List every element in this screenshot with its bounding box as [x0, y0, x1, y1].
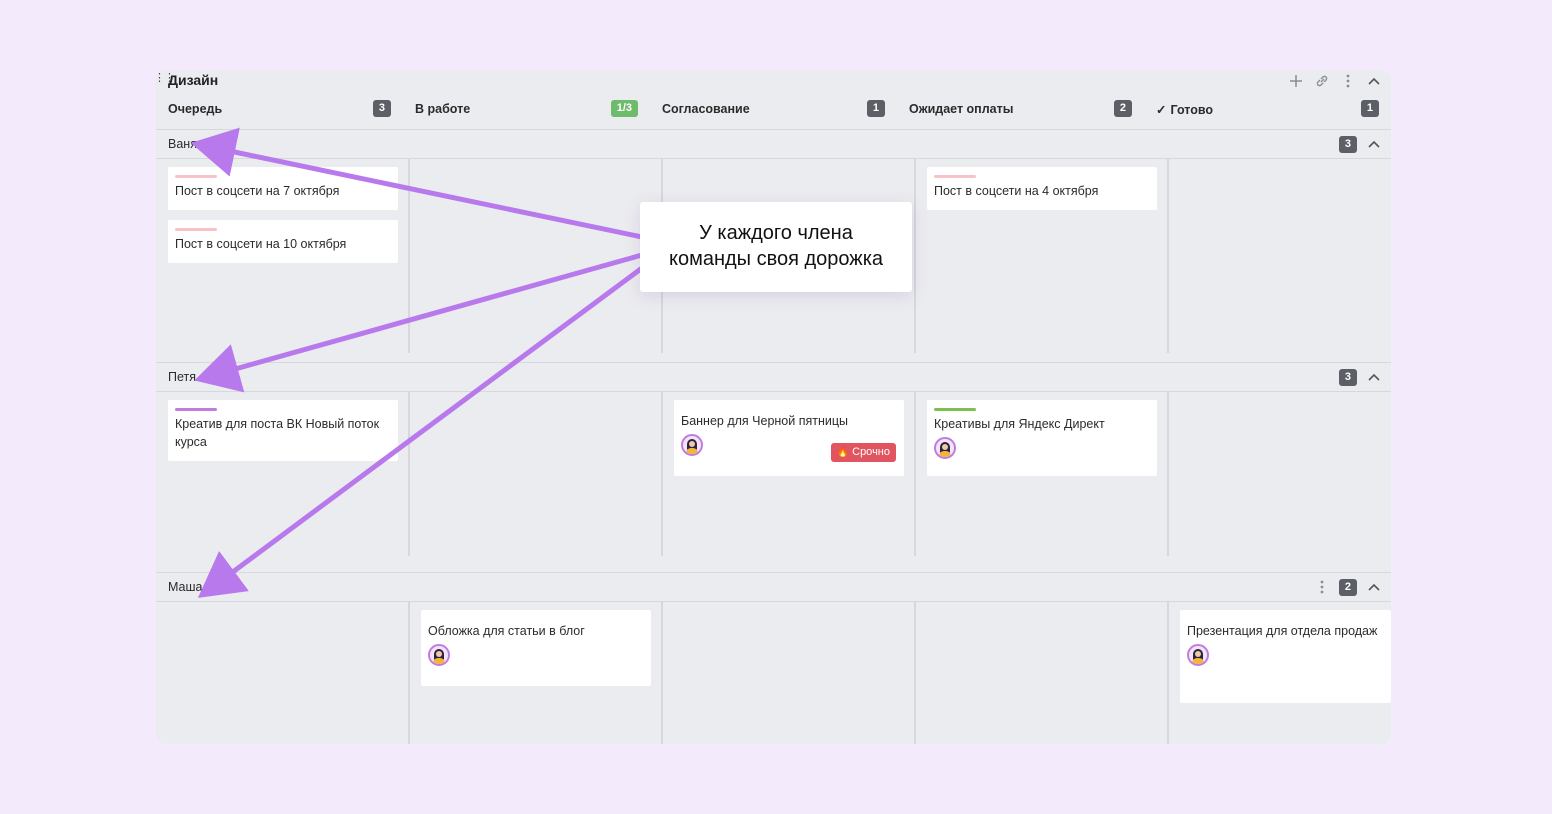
more-icon[interactable] — [1313, 578, 1331, 596]
board-header: ⋮⋮ Дизайн — [156, 70, 1391, 92]
column-label: Согласование — [662, 102, 750, 116]
callout-line: команды своя дорожка — [668, 248, 884, 270]
column-headers: Очередь 3 В работе 1/3 Согласование 1 Ож… — [156, 98, 1391, 124]
lane-name: Маша — [168, 580, 203, 594]
more-icon[interactable] — [1339, 72, 1357, 90]
column-label: ✓ Готово — [1156, 102, 1214, 118]
column-count: 1 — [866, 100, 885, 117]
collapse-lane-icon[interactable] — [1365, 135, 1383, 153]
board-title: Дизайн — [168, 72, 219, 88]
column-header-done[interactable]: ✓ Готово 1 — [1144, 98, 1391, 124]
color-stripe — [175, 175, 217, 178]
column-divider — [914, 159, 916, 353]
column-divider — [1167, 159, 1169, 353]
avatar[interactable] — [428, 644, 450, 666]
lane-count: 3 — [1338, 135, 1357, 153]
lane-body: Обложка для статьи в блог Презентация дл… — [156, 602, 1391, 744]
card-title: Обложка для статьи в блог — [428, 624, 585, 638]
task-card[interactable]: Презентация для отдела продаж — [1180, 610, 1391, 703]
column-header-in-progress[interactable]: В работе 1/3 — [403, 98, 650, 124]
column-divider — [1167, 392, 1169, 556]
wip-limit-badge: 1/3 — [610, 100, 638, 117]
task-card[interactable]: Пост в соцсети на 4 октября — [927, 167, 1157, 210]
lane-header[interactable]: Маша 2 — [156, 572, 1391, 602]
column-divider — [661, 602, 663, 744]
column-count: 1 — [1360, 100, 1379, 117]
card-title: Креатив для поста ВК Новый поток курса — [175, 417, 380, 449]
collapse-icon[interactable] — [1365, 72, 1383, 90]
column-header-approval[interactable]: Согласование 1 — [650, 98, 897, 124]
column-divider — [408, 159, 410, 353]
annotation-callout: У каждого члена команды своя дорожка — [640, 202, 912, 292]
check-icon: ✓ — [1156, 103, 1167, 117]
add-icon[interactable] — [1287, 72, 1305, 90]
kanban-board: ⋮⋮ Дизайн Очередь 3 В работе 1/3 Согласо… — [156, 70, 1391, 744]
column-divider — [1167, 602, 1169, 744]
collapse-lane-icon[interactable] — [1365, 578, 1383, 596]
avatar[interactable] — [681, 434, 703, 456]
color-stripe — [934, 408, 976, 411]
column-divider — [661, 392, 663, 556]
column-label: В работе — [415, 102, 471, 116]
lane-count: 3 — [1338, 368, 1357, 386]
card-title: Креативы для Яндекс Директ — [934, 417, 1105, 431]
column-divider — [914, 392, 916, 556]
card-title: Баннер для Черной пятницы — [681, 414, 849, 428]
lane-body: Креатив для поста ВК Новый поток курса Б… — [156, 392, 1391, 566]
card-title: Презентация для отдела продаж — [1187, 624, 1378, 638]
avatar[interactable] — [1187, 644, 1209, 666]
urgent-badge: 🔥 Срочно — [830, 443, 896, 462]
column-count: 2 — [1113, 100, 1132, 117]
column-divider — [408, 392, 410, 556]
board-actions — [1287, 72, 1383, 90]
card-title: Пост в соцсети на 7 октября — [175, 184, 340, 198]
column-label: Очередь — [168, 102, 223, 116]
column-divider — [914, 602, 916, 744]
task-card[interactable]: Креативы для Яндекс Директ — [927, 400, 1157, 476]
column-header-awaiting-payment[interactable]: Ожидает оплаты 2 — [897, 98, 1144, 124]
lane-name: Петя — [168, 370, 197, 384]
task-card[interactable]: Креатив для поста ВК Новый поток курса — [168, 400, 398, 461]
task-card[interactable]: Обложка для статьи в блог — [421, 610, 651, 686]
task-card[interactable]: Пост в соцсети на 7 октября — [168, 167, 398, 210]
column-divider — [408, 602, 410, 744]
card-title: Пост в соцсети на 4 октября — [934, 184, 1099, 198]
avatar[interactable] — [934, 437, 956, 459]
color-stripe — [175, 408, 217, 411]
column-label: Ожидает оплаты — [909, 102, 1014, 116]
drag-handle-icon[interactable]: ⋮⋮ — [156, 73, 175, 87]
column-header-queue[interactable]: Очередь 3 — [156, 98, 403, 124]
lane-header[interactable]: Ваня 3 — [156, 129, 1391, 159]
callout-line: У каждого члена — [699, 222, 853, 244]
task-card[interactable]: Баннер для Черной пятницы 🔥 Срочно — [674, 400, 904, 476]
column-count: 3 — [372, 100, 391, 117]
task-card[interactable]: Пост в соцсети на 10 октября — [168, 220, 398, 263]
collapse-lane-icon[interactable] — [1365, 368, 1383, 386]
color-stripe — [934, 175, 976, 178]
lane-count: 2 — [1338, 578, 1357, 596]
link-icon[interactable] — [1313, 72, 1331, 90]
lane-header[interactable]: Петя 3 — [156, 362, 1391, 392]
fire-icon: 🔥 — [836, 447, 850, 458]
card-title: Пост в соцсети на 10 октября — [175, 237, 347, 251]
lane-name: Ваня — [168, 137, 197, 151]
color-stripe — [175, 228, 217, 231]
